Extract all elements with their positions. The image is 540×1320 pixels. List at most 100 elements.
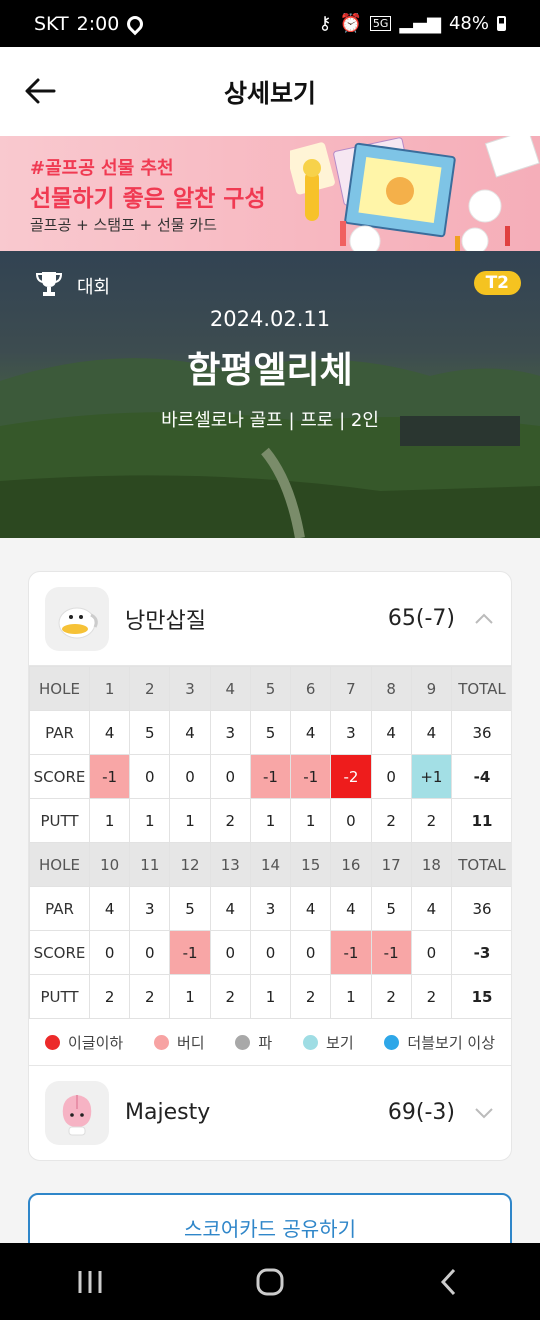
putt-cell: 1 — [330, 974, 372, 1019]
holes-cell: 8 — [370, 666, 412, 711]
round-meta: 바르셀로나 골프 | 프로 | 2인 — [161, 410, 379, 431]
holes-cell: 16 — [330, 842, 372, 887]
front-score-row: SCORE -1 0 0 0 -1 -1 -2 0 +1 -4 — [29, 754, 511, 799]
front-holes-row: HOLE 1 2 3 4 5 6 7 8 9 TOTAL — [29, 666, 511, 711]
back-arrow-icon[interactable] — [22, 73, 58, 109]
battery-label: 48% — [448, 13, 489, 34]
round-category: 대회 — [77, 277, 111, 298]
trophy-icon — [35, 272, 63, 296]
putt-cell: 2 — [290, 974, 332, 1019]
total-cell: 15 — [451, 974, 511, 1019]
alarm-icon: ⏰ — [339, 13, 362, 34]
row-label: PAR — [29, 710, 90, 755]
front-par-row: PAR 4 5 4 3 5 4 3 4 4 36 — [29, 710, 511, 755]
row-label: PUTT — [29, 974, 90, 1019]
holes-cell: 3 — [169, 666, 211, 711]
putt-cell: 1 — [249, 974, 292, 1019]
holes-cell: 14 — [249, 842, 292, 887]
score-cell: -1 — [290, 754, 332, 799]
score-cell: 0 — [209, 754, 251, 799]
par-cell: 4 — [209, 886, 251, 931]
par-cell: 4 — [410, 710, 453, 755]
network-label: 5G — [369, 16, 392, 31]
holes-cell: 17 — [370, 842, 412, 887]
par-cell: 4 — [290, 710, 332, 755]
holes-cell: 9 — [410, 666, 453, 711]
putt-cell: 2 — [88, 974, 131, 1019]
putt-cell: 1 — [290, 798, 332, 843]
legend-dot-icon — [303, 1034, 319, 1050]
duck-character-icon — [58, 607, 98, 638]
par-cell: 4 — [88, 886, 131, 931]
status-bar: SKT 2:00 ⚷ ⏰ 5G ▂▄▆ 48% — [0, 0, 540, 47]
total-cell: TOTAL — [451, 842, 511, 887]
row-label: SCORE — [29, 754, 90, 799]
putt-cell: 2 — [209, 798, 251, 843]
chevron-up-icon[interactable] — [473, 608, 495, 630]
par-cell: 5 — [249, 710, 292, 755]
holes-cell: 2 — [129, 666, 171, 711]
total-cell: -3 — [451, 930, 511, 975]
holes-cell: 7 — [330, 666, 372, 711]
par-cell: 3 — [209, 710, 251, 755]
holes-cell: 5 — [249, 666, 292, 711]
par-cell: 4 — [370, 710, 412, 755]
score-cell: 0 — [129, 754, 171, 799]
par-cell: 5 — [129, 710, 171, 755]
par-cell: 4 — [88, 710, 131, 755]
score-cell: 0 — [290, 930, 332, 975]
back-nav-icon[interactable] — [435, 1267, 465, 1297]
putt-cell: 1 — [249, 798, 292, 843]
player-avatar — [45, 1080, 109, 1145]
row-label: SCORE — [29, 930, 90, 975]
legend-label: 이글이하 — [68, 1033, 124, 1052]
putt-cell: 2 — [129, 974, 171, 1019]
home-icon[interactable] — [255, 1267, 285, 1297]
legend-label: 버디 — [177, 1033, 205, 1052]
course-name: 함평엘리체 — [187, 350, 353, 391]
player-score: 69(-3) — [387, 1100, 455, 1125]
app-header: 상세보기 — [0, 47, 540, 136]
banner-subtext: 골프공 + 스탬프 + 선물 카드 — [30, 216, 217, 234]
score-cell: 0 — [129, 930, 171, 975]
banner-hashtag: #골프공 선물 추천 — [30, 158, 174, 179]
holes-cell: 6 — [290, 666, 332, 711]
score-cell: -1 — [370, 930, 412, 975]
total-cell: 11 — [451, 798, 511, 843]
chevron-down-icon[interactable] — [473, 1102, 495, 1124]
par-cell: 4 — [410, 886, 453, 931]
holes-cell: 12 — [169, 842, 211, 887]
score-cell: 0 — [209, 930, 251, 975]
back-score-row: SCORE 0 0 -1 0 0 0 -1 -1 0 -3 — [29, 930, 511, 975]
signal-icon: ▂▄▆ — [399, 13, 441, 34]
par-cell: 3 — [129, 886, 171, 931]
player-name: 낭만삽질 — [125, 608, 206, 634]
score-cell: -1 — [88, 754, 131, 799]
player-avatar — [45, 586, 109, 651]
legend-item: 보기 — [303, 1032, 354, 1053]
battery-icon — [497, 16, 506, 31]
player-row-2[interactable]: Majesty 69(-3) — [29, 1065, 511, 1159]
scorecard: 낭만삽질 65(-7) HOLE 1 2 3 4 5 6 7 8 9 TOTAL PAR 4 5 4 3 5 4 3… — [28, 571, 512, 1161]
score-cell: -1 — [249, 754, 292, 799]
recent-apps-icon[interactable] — [75, 1267, 105, 1297]
holes-cell: 18 — [410, 842, 453, 887]
banner-headline: 선물하기 좋은 알찬 구성 — [30, 186, 266, 212]
player-row-1[interactable]: 낭만삽질 65(-7) — [29, 572, 511, 666]
holes-cell: 11 — [129, 842, 171, 887]
legend-item: 파 — [235, 1032, 272, 1053]
putt-cell: 2 — [410, 974, 453, 1019]
row-label: PUTT — [29, 798, 90, 843]
par-cell: 5 — [370, 886, 412, 931]
putt-cell: 2 — [209, 974, 251, 1019]
legend-dot-icon — [154, 1034, 169, 1050]
legend-dot-icon — [45, 1034, 60, 1050]
score-cell: -2 — [330, 754, 372, 799]
legend-label: 보기 — [326, 1033, 354, 1052]
carrier-label: SKT — [34, 12, 69, 35]
promo-banner[interactable]: #골프공 선물 추천 선물하기 좋은 알찬 구성 골프공 + 스탬프 + 선물 … — [0, 136, 540, 251]
total-cell: -4 — [451, 754, 511, 799]
clock: 2:00 — [76, 12, 120, 35]
putt-cell: 1 — [169, 798, 211, 843]
rank-badge: T2 — [473, 271, 521, 295]
